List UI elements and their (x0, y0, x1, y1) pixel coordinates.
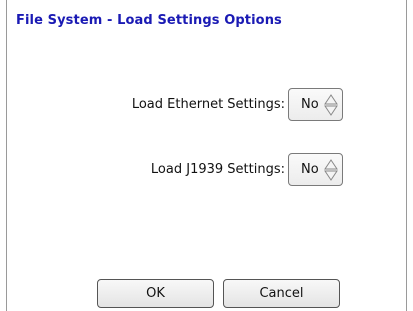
up-down-arrows-icon[interactable] (324, 94, 338, 116)
ethernet-settings-value: No (301, 97, 319, 112)
load-settings-dialog: File System - Load Settings Options Load… (6, 0, 407, 311)
ethernet-settings-spinner[interactable]: No (288, 88, 343, 121)
j1939-settings-label: Load J1939 Settings: (150, 162, 285, 177)
dialog-title: File System - Load Settings Options (16, 13, 282, 28)
j1939-settings-value: No (301, 162, 319, 177)
up-down-arrows-icon[interactable] (324, 159, 338, 181)
cancel-button[interactable]: Cancel (223, 279, 340, 308)
ethernet-settings-label: Load Ethernet Settings: (131, 97, 285, 112)
ok-button[interactable]: OK (97, 279, 214, 308)
j1939-settings-spinner[interactable]: No (288, 153, 343, 186)
